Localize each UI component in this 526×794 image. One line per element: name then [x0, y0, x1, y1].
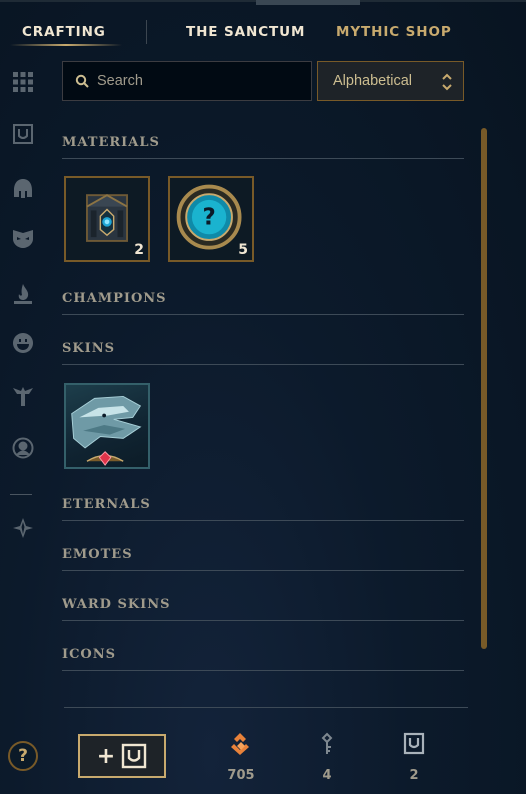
section-title-skins[interactable]: SKINS — [62, 341, 115, 356]
chest-icon — [122, 743, 147, 769]
section-divider — [62, 620, 464, 621]
sort-selected-label: Alphabetical — [333, 73, 412, 89]
section-title-ward-skins[interactable]: WARD SKINS — [62, 597, 171, 612]
loot-tile-hextech-chest[interactable]: 2 — [64, 176, 150, 262]
search-box[interactable] — [62, 61, 312, 101]
emote-icon[interactable] — [11, 331, 35, 355]
section-divider — [62, 314, 464, 315]
section-divider — [62, 670, 464, 671]
section-title-materials[interactable]: MATERIALS — [62, 135, 160, 150]
section-divider — [62, 364, 464, 365]
section-title-eternals[interactable]: ETERNALS — [62, 497, 151, 512]
tab-the-sanctum[interactable]: THE SANCTUM — [186, 24, 305, 40]
chest-icon[interactable] — [11, 122, 35, 146]
search-icon — [75, 74, 89, 88]
currency-orange-essence: 705 — [221, 732, 261, 783]
tab-mythic-shop[interactable]: MYTHIC SHOP — [336, 24, 452, 40]
chevron-up-down-icon — [442, 73, 452, 91]
loot-tile-mystery-orb[interactable]: ? 5 — [168, 176, 254, 262]
add-loot-button[interactable]: + — [78, 734, 166, 778]
mythic-icon[interactable] — [11, 516, 35, 540]
section-title-icons[interactable]: ICONS — [62, 647, 116, 662]
search-input[interactable] — [97, 73, 297, 89]
section-divider — [62, 570, 464, 571]
currency-keys: 4 — [307, 732, 347, 783]
top-nav: CRAFTING THE SANCTUM MYTHIC SHOP — [0, 14, 526, 54]
orange-essence-icon — [231, 733, 249, 755]
help-button[interactable]: ? — [8, 741, 38, 771]
chest-icon — [403, 732, 425, 755]
loot-list[interactable]: MATERIALS 2 ? 5 CHAMPIONS SKINS ETERNALS… — [62, 120, 464, 690]
top-border-highlight — [256, 0, 360, 5]
sidebar-divider — [10, 494, 32, 495]
flame-icon[interactable] — [11, 282, 35, 306]
grid-icon[interactable] — [11, 70, 35, 94]
profile-icon[interactable] — [11, 436, 35, 460]
ward-icon[interactable] — [11, 384, 35, 408]
section-divider — [62, 158, 464, 159]
mask-icon[interactable] — [11, 226, 35, 250]
skin-shard-icon — [71, 395, 142, 466]
currency-chests: 2 — [394, 732, 434, 783]
active-tab-underline — [10, 44, 122, 46]
tab-separator — [146, 20, 147, 44]
loot-tile-skin-shard[interactable] — [64, 383, 150, 469]
footer-divider — [64, 707, 468, 708]
currency-value: 705 — [227, 768, 255, 783]
currency-value: 2 — [409, 768, 419, 783]
svg-text:?: ? — [202, 205, 215, 231]
currency-value: 4 — [322, 768, 332, 783]
scrollbar-thumb[interactable] — [481, 128, 487, 649]
helmet-icon[interactable] — [11, 177, 35, 201]
loot-count: 2 — [134, 242, 144, 258]
key-icon — [321, 732, 333, 754]
section-title-champions[interactable]: CHAMPIONS — [62, 291, 167, 306]
tab-crafting[interactable]: CRAFTING — [22, 24, 106, 40]
plus-icon: + — [96, 743, 116, 769]
loot-count: 5 — [238, 242, 248, 258]
section-divider — [62, 520, 464, 521]
sort-dropdown[interactable]: Alphabetical — [317, 61, 464, 101]
section-title-emotes[interactable]: EMOTES — [62, 547, 133, 562]
